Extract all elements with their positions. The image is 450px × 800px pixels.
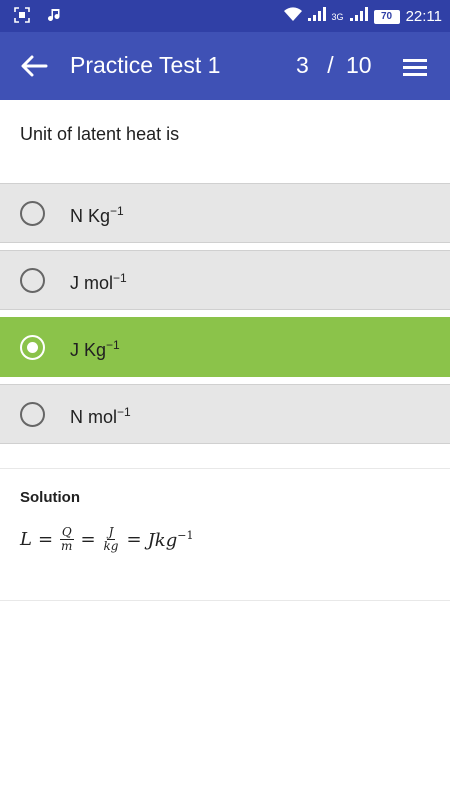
section-divider [0,600,450,601]
answer-option-label: J mol−1 [70,271,127,293]
battery-icon: 70 [373,9,400,24]
page-title: Practice Test 1 [70,52,221,78]
answer-option[interactable]: J mol−1 [0,250,450,310]
menu-button[interactable] [401,56,429,78]
radio-button[interactable] [20,335,45,360]
radio-button[interactable] [20,201,45,226]
answer-option-label: N mol−1 [70,405,131,427]
status-time: 22:11 [405,8,442,25]
radio-button[interactable] [20,402,45,427]
radio-button[interactable] [20,268,45,293]
answer-option-label: N Kg−1 [70,204,124,226]
music-note-icon [48,7,62,28]
question-counter: 3 / 10 [296,52,372,79]
equals-sign: = [80,529,96,550]
answer-option[interactable]: N Kg−1 [0,183,450,243]
app-bar: Practice Test 1 3 / 10 [0,32,450,100]
solution-heading: Solution [20,489,80,506]
network-type-label: 3G [331,11,344,22]
back-button[interactable] [18,52,50,80]
counter-separator: / [327,52,334,78]
answer-option[interactable]: J Kg−1 [0,317,450,377]
current-question-number: 3 [296,52,309,78]
radio-dot [27,342,38,353]
signal-icon-2 [349,7,368,26]
arrow-back-icon [21,55,48,77]
total-questions: 10 [345,52,372,78]
formula-rhs: Jkg−1 [147,528,194,551]
answer-options: N Kg−1 J mol−1 J Kg−1 N mol−1 [0,183,450,451]
screenshot-icon [14,7,30,28]
formula-lhs: L [20,529,32,550]
answer-option[interactable]: N mol−1 [0,384,450,444]
equals-sign: = [37,529,54,550]
fraction: Q m [59,525,74,553]
equals-sign: = [126,529,142,550]
answer-option-label: J Kg−1 [70,338,120,360]
status-left-icons [14,7,62,28]
fraction: J kg [103,525,119,553]
status-right-icons: 3G 70 22:11 [283,6,442,27]
hamburger-menu-icon [403,59,427,76]
signal-icon [307,7,326,26]
question-text: Unit of latent heat is [20,124,180,144]
wifi-icon [283,6,302,27]
status-bar: 3G 70 22:11 [0,0,450,32]
solution-formula: L = Q m = J kg = Jkg−1 [20,526,193,553]
section-divider [0,468,450,469]
